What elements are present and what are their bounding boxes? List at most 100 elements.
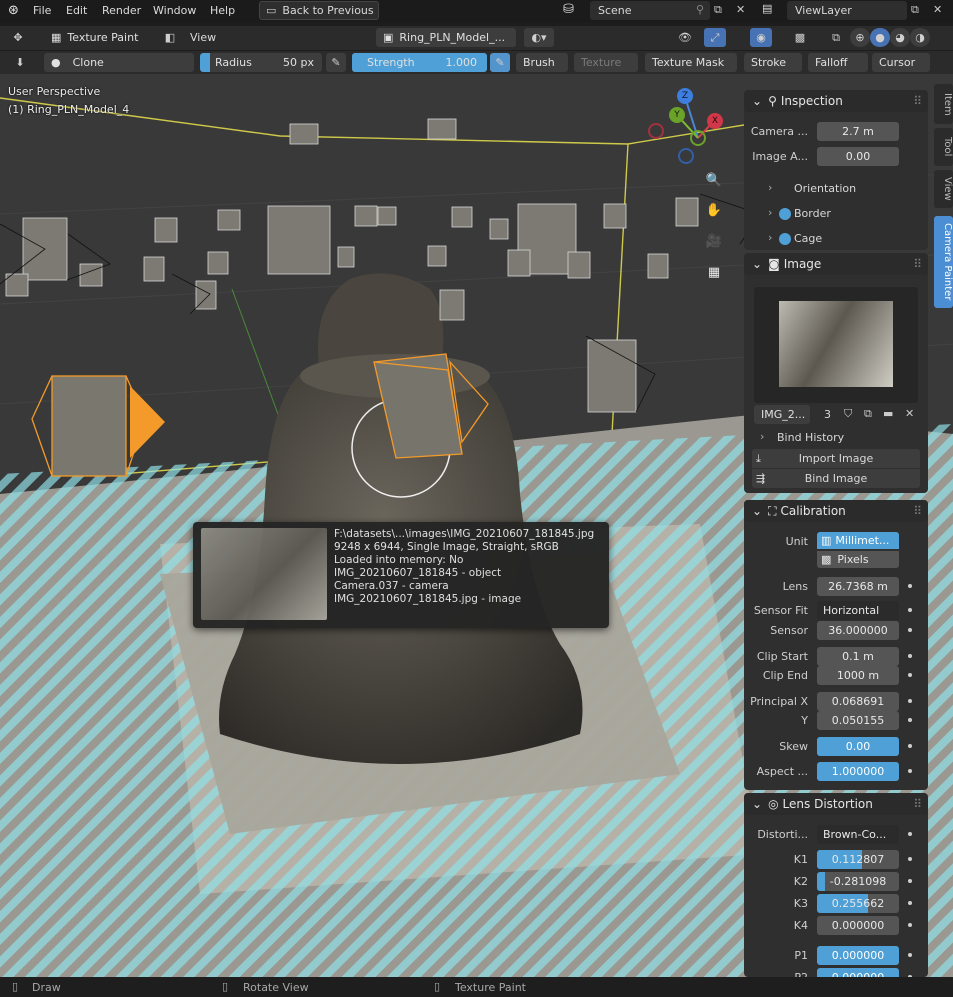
menu-help[interactable]: Help <box>202 4 243 17</box>
editor-type-button[interactable]: ✥ <box>8 28 28 47</box>
keyframe-dot-icon[interactable] <box>908 608 912 612</box>
sync-icon[interactable]: ◧ <box>160 28 180 47</box>
bind-history-subpanel[interactable]: › Bind History <box>744 428 928 448</box>
keyframe-dot-icon[interactable] <box>908 901 912 905</box>
gizmo-z-axis[interactable]: Z <box>677 88 693 104</box>
cage-subpanel[interactable]: › Cage <box>744 229 928 249</box>
k3-field[interactable]: 0.255662 <box>817 894 899 913</box>
tab-tool[interactable]: Tool <box>934 128 953 166</box>
p1-field[interactable]: 0.000000 <box>817 946 899 965</box>
texture-menu[interactable]: Texture <box>574 53 638 72</box>
stroke-menu[interactable]: Stroke <box>744 53 802 72</box>
strength-pressure-icon[interactable]: ✎ <box>490 53 510 72</box>
perspective-grid-icon[interactable]: ▦ <box>702 260 726 284</box>
camera-view-icon[interactable]: 🎥 <box>702 229 726 253</box>
delete-scene-icon[interactable]: ✕ <box>736 3 745 16</box>
drag-handle-icon[interactable]: ⠿ <box>913 257 922 271</box>
drag-handle-icon[interactable]: ⠿ <box>913 797 922 811</box>
image-panel-header[interactable]: ⌄ ◙ Image ⠿ <box>744 253 928 275</box>
solid-shading-icon[interactable]: ● <box>870 28 890 47</box>
clip-start-field[interactable]: 0.1 m <box>817 647 899 666</box>
distortion-model-dropdown[interactable]: Brown-Co... <box>817 825 899 844</box>
back-to-previous-button[interactable]: ▭ Back to Previous <box>259 1 379 20</box>
orientation-subpanel[interactable]: › Orientation <box>744 179 928 199</box>
k2-field[interactable]: -0.281098 <box>817 872 899 891</box>
image-selector[interactable]: ▣ Ring_PLN_Model_... <box>376 28 516 47</box>
view-layer-field[interactable]: ViewLayer <box>787 1 907 20</box>
gizmo-neg-x[interactable] <box>648 123 664 139</box>
folder-icon[interactable]: ▬ <box>883 407 893 420</box>
strength-field[interactable]: Strength 1.000 <box>352 53 487 72</box>
sensor-field[interactable]: 36.000000 <box>817 621 899 640</box>
principal-x-field[interactable]: 0.068691 <box>817 692 899 711</box>
zoom-icon[interactable]: 🔍 <box>702 168 726 192</box>
aspect-field[interactable]: 1.000000 <box>817 762 899 781</box>
keyframe-dot-icon[interactable] <box>908 953 912 957</box>
unlink-icon[interactable]: ✕ <box>905 407 914 420</box>
keyframe-dot-icon[interactable] <box>908 718 912 722</box>
scene-icon[interactable]: ⛁ <box>563 2 574 17</box>
radius-field[interactable]: Radius 50 px <box>200 53 322 72</box>
xray-icon[interactable]: ⧉ <box>826 28 846 47</box>
new-scene-icon[interactable]: ⧉ <box>714 3 722 17</box>
gizmo-neg-z[interactable] <box>678 148 694 164</box>
gizmo-y-axis[interactable]: Y <box>669 107 685 123</box>
overlay-toggle-icon[interactable]: ◐▾ <box>524 28 554 47</box>
unit-pixels-option[interactable]: ▩ Pixels <box>817 551 899 568</box>
sensor-fit-dropdown[interactable]: Horizontal <box>817 601 899 620</box>
clip-end-field[interactable]: 1000 m <box>817 666 899 685</box>
keyframe-dot-icon[interactable] <box>908 832 912 836</box>
gizmo-neg-y[interactable] <box>690 130 706 146</box>
cage-toggle-icon[interactable] <box>779 233 791 245</box>
tab-camera-painter[interactable]: Camera Painter <box>934 216 953 308</box>
mode-selector[interactable]: ▦ Texture Paint <box>44 28 152 47</box>
unit-millimeters-option[interactable]: ▥ Millimet... <box>817 532 899 549</box>
camera-distance-field[interactable]: 2.7 m <box>817 122 899 141</box>
tab-view[interactable]: View <box>934 170 953 208</box>
blender-logo-icon[interactable]: ⊛ <box>8 3 19 18</box>
delete-view-layer-icon[interactable]: ✕ <box>933 3 942 16</box>
gizmo-toggle-icon[interactable]: ⤢ <box>704 28 726 47</box>
image-users-count[interactable]: 3 <box>824 408 831 421</box>
pan-hand-icon[interactable]: ✋ <box>702 198 726 222</box>
border-toggle-icon[interactable] <box>779 208 791 220</box>
falloff-menu[interactable]: Falloff <box>808 53 868 72</box>
pin-icon[interactable]: ⚲ <box>696 3 704 16</box>
brush-menu[interactable]: Brush <box>516 53 568 72</box>
k4-field[interactable]: 0.000000 <box>817 916 899 935</box>
keyframe-dot-icon[interactable] <box>908 654 912 658</box>
image-alpha-field[interactable]: 0.00 <box>817 147 899 166</box>
lens-field[interactable]: 26.7368 m <box>817 577 899 596</box>
scene-field[interactable]: Scene ⚲ <box>590 1 710 20</box>
p2-field[interactable]: 0.000000 <box>817 968 899 977</box>
tab-item[interactable]: Item <box>934 84 953 124</box>
tool-icon[interactable]: ⬇ <box>10 53 30 72</box>
overlays-icon[interactable]: ◉ <box>750 28 772 47</box>
lens-distortion-header[interactable]: ⌄ ◎ Lens Distortion ⠿ <box>744 793 928 815</box>
wireframe-shading-icon[interactable]: ⊕ <box>850 28 870 47</box>
rendered-shading-icon[interactable]: ◑ <box>910 28 930 47</box>
cursor-menu[interactable]: Cursor <box>872 53 930 72</box>
keyframe-dot-icon[interactable] <box>908 923 912 927</box>
visibility-icon[interactable]: 👁 <box>670 28 700 47</box>
fake-user-shield-icon[interactable]: ⛉ <box>844 407 852 421</box>
bind-image-button[interactable]: ⇶ Bind Image <box>752 469 920 488</box>
principal-y-field[interactable]: 0.050155 <box>817 711 899 730</box>
keyframe-dot-icon[interactable] <box>908 584 912 588</box>
drag-handle-icon[interactable]: ⠿ <box>913 504 922 518</box>
radius-pressure-icon[interactable]: ✎ <box>326 53 346 72</box>
menu-render[interactable]: Render <box>94 4 149 17</box>
keyframe-dot-icon[interactable] <box>908 879 912 883</box>
image-name-field[interactable]: IMG_2... <box>754 405 810 424</box>
skew-field[interactable]: 0.00 <box>817 737 899 756</box>
calibration-header[interactable]: ⌄ ⛶ Calibration ⠿ <box>744 500 928 522</box>
duplicate-icon[interactable]: ⧉ <box>864 407 872 421</box>
view-layer-icon[interactable]: ▤ <box>762 2 772 15</box>
view-menu[interactable]: View <box>182 31 224 44</box>
menu-file[interactable]: File <box>25 4 59 17</box>
gizmo-x-axis[interactable]: X <box>707 113 723 129</box>
keyframe-dot-icon[interactable] <box>908 857 912 861</box>
keyframe-dot-icon[interactable] <box>908 699 912 703</box>
keyframe-dot-icon[interactable] <box>908 744 912 748</box>
new-view-layer-icon[interactable]: ⧉ <box>911 3 919 17</box>
